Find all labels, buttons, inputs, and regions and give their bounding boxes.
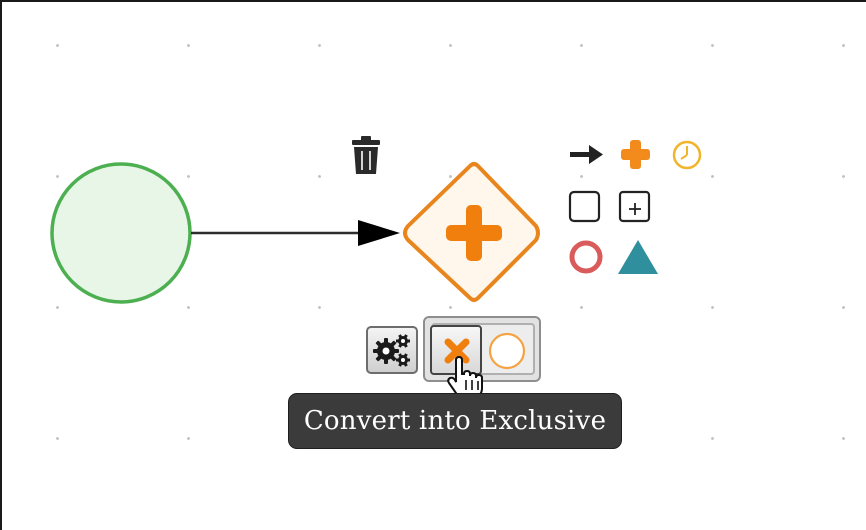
inclusive-gateway-icon bbox=[488, 332, 526, 370]
convert-to-inclusive-button[interactable] bbox=[485, 327, 529, 373]
task-icon[interactable] bbox=[568, 190, 601, 223]
subprocess-icon[interactable] bbox=[618, 190, 651, 223]
arrow-right-icon[interactable] bbox=[570, 145, 603, 164]
sequence-flow[interactable] bbox=[191, 220, 400, 246]
gears-icon bbox=[373, 334, 410, 367]
end-event-icon[interactable] bbox=[569, 240, 603, 274]
triangle-icon[interactable] bbox=[618, 240, 658, 274]
diagram-svg bbox=[50, 136, 702, 304]
convert-to-exclusive-button[interactable] bbox=[430, 325, 482, 375]
parallel-gateway[interactable] bbox=[403, 162, 540, 302]
flow-arrowhead bbox=[358, 220, 400, 246]
parallel-marker-bar bbox=[446, 225, 502, 241]
start-event[interactable] bbox=[50, 162, 192, 304]
more-options-button[interactable] bbox=[366, 326, 418, 374]
tooltip-text: Convert into Exclusive bbox=[303, 406, 607, 436]
timer-icon[interactable] bbox=[672, 140, 702, 170]
tooltip: Convert into Exclusive bbox=[288, 393, 622, 449]
exclusive-gateway-icon bbox=[444, 338, 470, 364]
parallel-gateway-icon[interactable] bbox=[621, 140, 650, 169]
trash-icon[interactable] bbox=[352, 136, 380, 174]
